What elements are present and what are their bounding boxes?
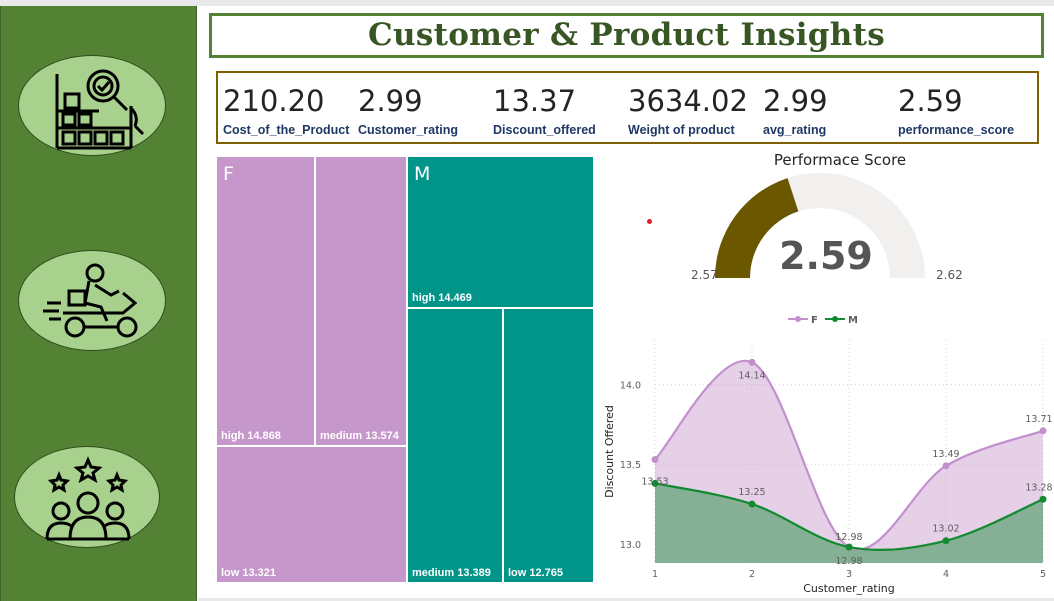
- customer-rating-icon: [45, 456, 131, 541]
- kpi-label: performance_score: [898, 123, 1015, 137]
- x-tick-label: 2: [749, 569, 755, 580]
- y-tick-label: 14.0: [620, 381, 641, 392]
- nav-button-warehouse[interactable]: [18, 55, 166, 156]
- legend-marker-f: [795, 316, 801, 322]
- kpi-value: 2.99: [763, 84, 828, 118]
- kpi-label: Cost_of_the_Product: [223, 123, 350, 137]
- sidebar: [0, 6, 197, 601]
- y-tick-label: 13.5: [620, 460, 641, 471]
- treemap-group-label-m: M: [414, 163, 431, 185]
- data-point-f: [748, 358, 756, 366]
- x-tick-label: 4: [943, 569, 949, 580]
- treemap-gender-priority: high 14.868 medium 13.574 low 13.321 F h…: [217, 157, 593, 582]
- data-label-f: 14.14: [738, 370, 765, 381]
- data-label-m: 13.25: [738, 487, 765, 498]
- kpi-performance-score: 2.59 performance_score: [898, 83, 1014, 137]
- page-title: Customer & Product Insights: [368, 17, 885, 53]
- data-label-f: 13.49: [932, 449, 959, 460]
- kpi-label: avg_rating: [763, 123, 827, 137]
- data-label-f: 12.98: [835, 532, 862, 543]
- kpi-customer-rating: 2.99 Customer_rating: [358, 83, 458, 137]
- treemap-cell-f-medium[interactable]: medium 13.574: [316, 157, 406, 445]
- data-point-m: [1039, 495, 1047, 503]
- discount-by-rating-chart: 13.0 13.5 14.0 1 2 3 4 5 13.53 14.14 12.98 13.49 13.…: [603, 315, 1053, 595]
- kpi-discount: 13.37 Discount_offered: [493, 83, 596, 137]
- data-point-f: [942, 462, 950, 470]
- treemap-cell-m-medium[interactable]: medium 13.389: [408, 309, 502, 582]
- data-label-m: 13.02: [932, 524, 959, 535]
- nav-button-delivery[interactable]: [18, 250, 166, 351]
- data-label-m: 13.28: [1025, 482, 1052, 493]
- treemap-cell-label: low 12.765: [508, 567, 564, 579]
- kpi-label: Discount_offered: [493, 123, 596, 137]
- data-point-m: [942, 537, 950, 545]
- treemap-cell-f-high[interactable]: high 14.868: [217, 157, 314, 445]
- kpi-value: 2.59: [898, 84, 963, 118]
- legend-marker-m: [832, 316, 838, 322]
- warehouse-inventory-icon: [55, 69, 145, 150]
- data-label-m: 12.98: [835, 556, 862, 567]
- legend-label-f: F: [811, 315, 818, 326]
- gauge-min-label: 2.57: [691, 268, 718, 282]
- kpi-avg-rating: 2.99 avg_rating: [763, 83, 828, 137]
- kpi-value: 3634.02: [628, 84, 748, 118]
- indicator-dot: [647, 219, 652, 224]
- x-axis-title: Customer_rating: [803, 582, 895, 595]
- gauge-max-label: 2.62: [936, 268, 963, 282]
- delivery-scooter-icon: [43, 263, 138, 338]
- treemap-cell-label: medium 13.574: [320, 430, 399, 442]
- kpi-value: 13.37: [493, 84, 577, 118]
- data-point-m: [748, 500, 756, 508]
- treemap-cell-m-high[interactable]: high 14.469: [408, 157, 593, 307]
- y-axis-title: Discount Offered: [603, 405, 616, 498]
- treemap-cell-label: medium 13.389: [412, 567, 491, 579]
- x-tick-label: 5: [1040, 569, 1046, 580]
- data-label-f: 13.53: [641, 476, 668, 487]
- kpi-label: Weight of product: [628, 123, 735, 137]
- nav-button-customers[interactable]: [14, 446, 160, 548]
- gauge-value: 2.59: [779, 234, 873, 278]
- data-label-f: 13.71: [1025, 414, 1052, 425]
- kpi-card-row: 210.20 Cost_of_the_Product 2.99 Customer…: [216, 71, 1039, 144]
- treemap-group-label-f: F: [223, 163, 234, 185]
- treemap-cell-label: high 14.469: [412, 292, 472, 304]
- kpi-value: 2.99: [358, 84, 423, 118]
- x-tick-label: 1: [652, 569, 658, 580]
- treemap-cell-label: low 13.321: [221, 567, 277, 579]
- treemap-cell-label: high 14.868: [221, 430, 281, 442]
- y-tick-label: 13.0: [620, 540, 641, 551]
- legend-label-m: M: [848, 315, 858, 326]
- x-tick-label: 3: [846, 569, 852, 580]
- title-banner: Customer & Product Insights: [209, 13, 1044, 58]
- treemap-cell-f-low[interactable]: low 13.321: [217, 447, 406, 582]
- kpi-weight: 3634.02 Weight of product: [628, 83, 748, 137]
- data-point-f: [651, 455, 659, 463]
- kpi-label: Customer_rating: [358, 123, 459, 137]
- kpi-value: 210.20: [223, 84, 325, 118]
- treemap-cell-m-low[interactable]: low 12.765: [504, 309, 593, 582]
- data-point-f: [1039, 427, 1047, 435]
- data-point-m: [845, 543, 853, 551]
- kpi-cost: 210.20 Cost_of_the_Product: [223, 83, 349, 137]
